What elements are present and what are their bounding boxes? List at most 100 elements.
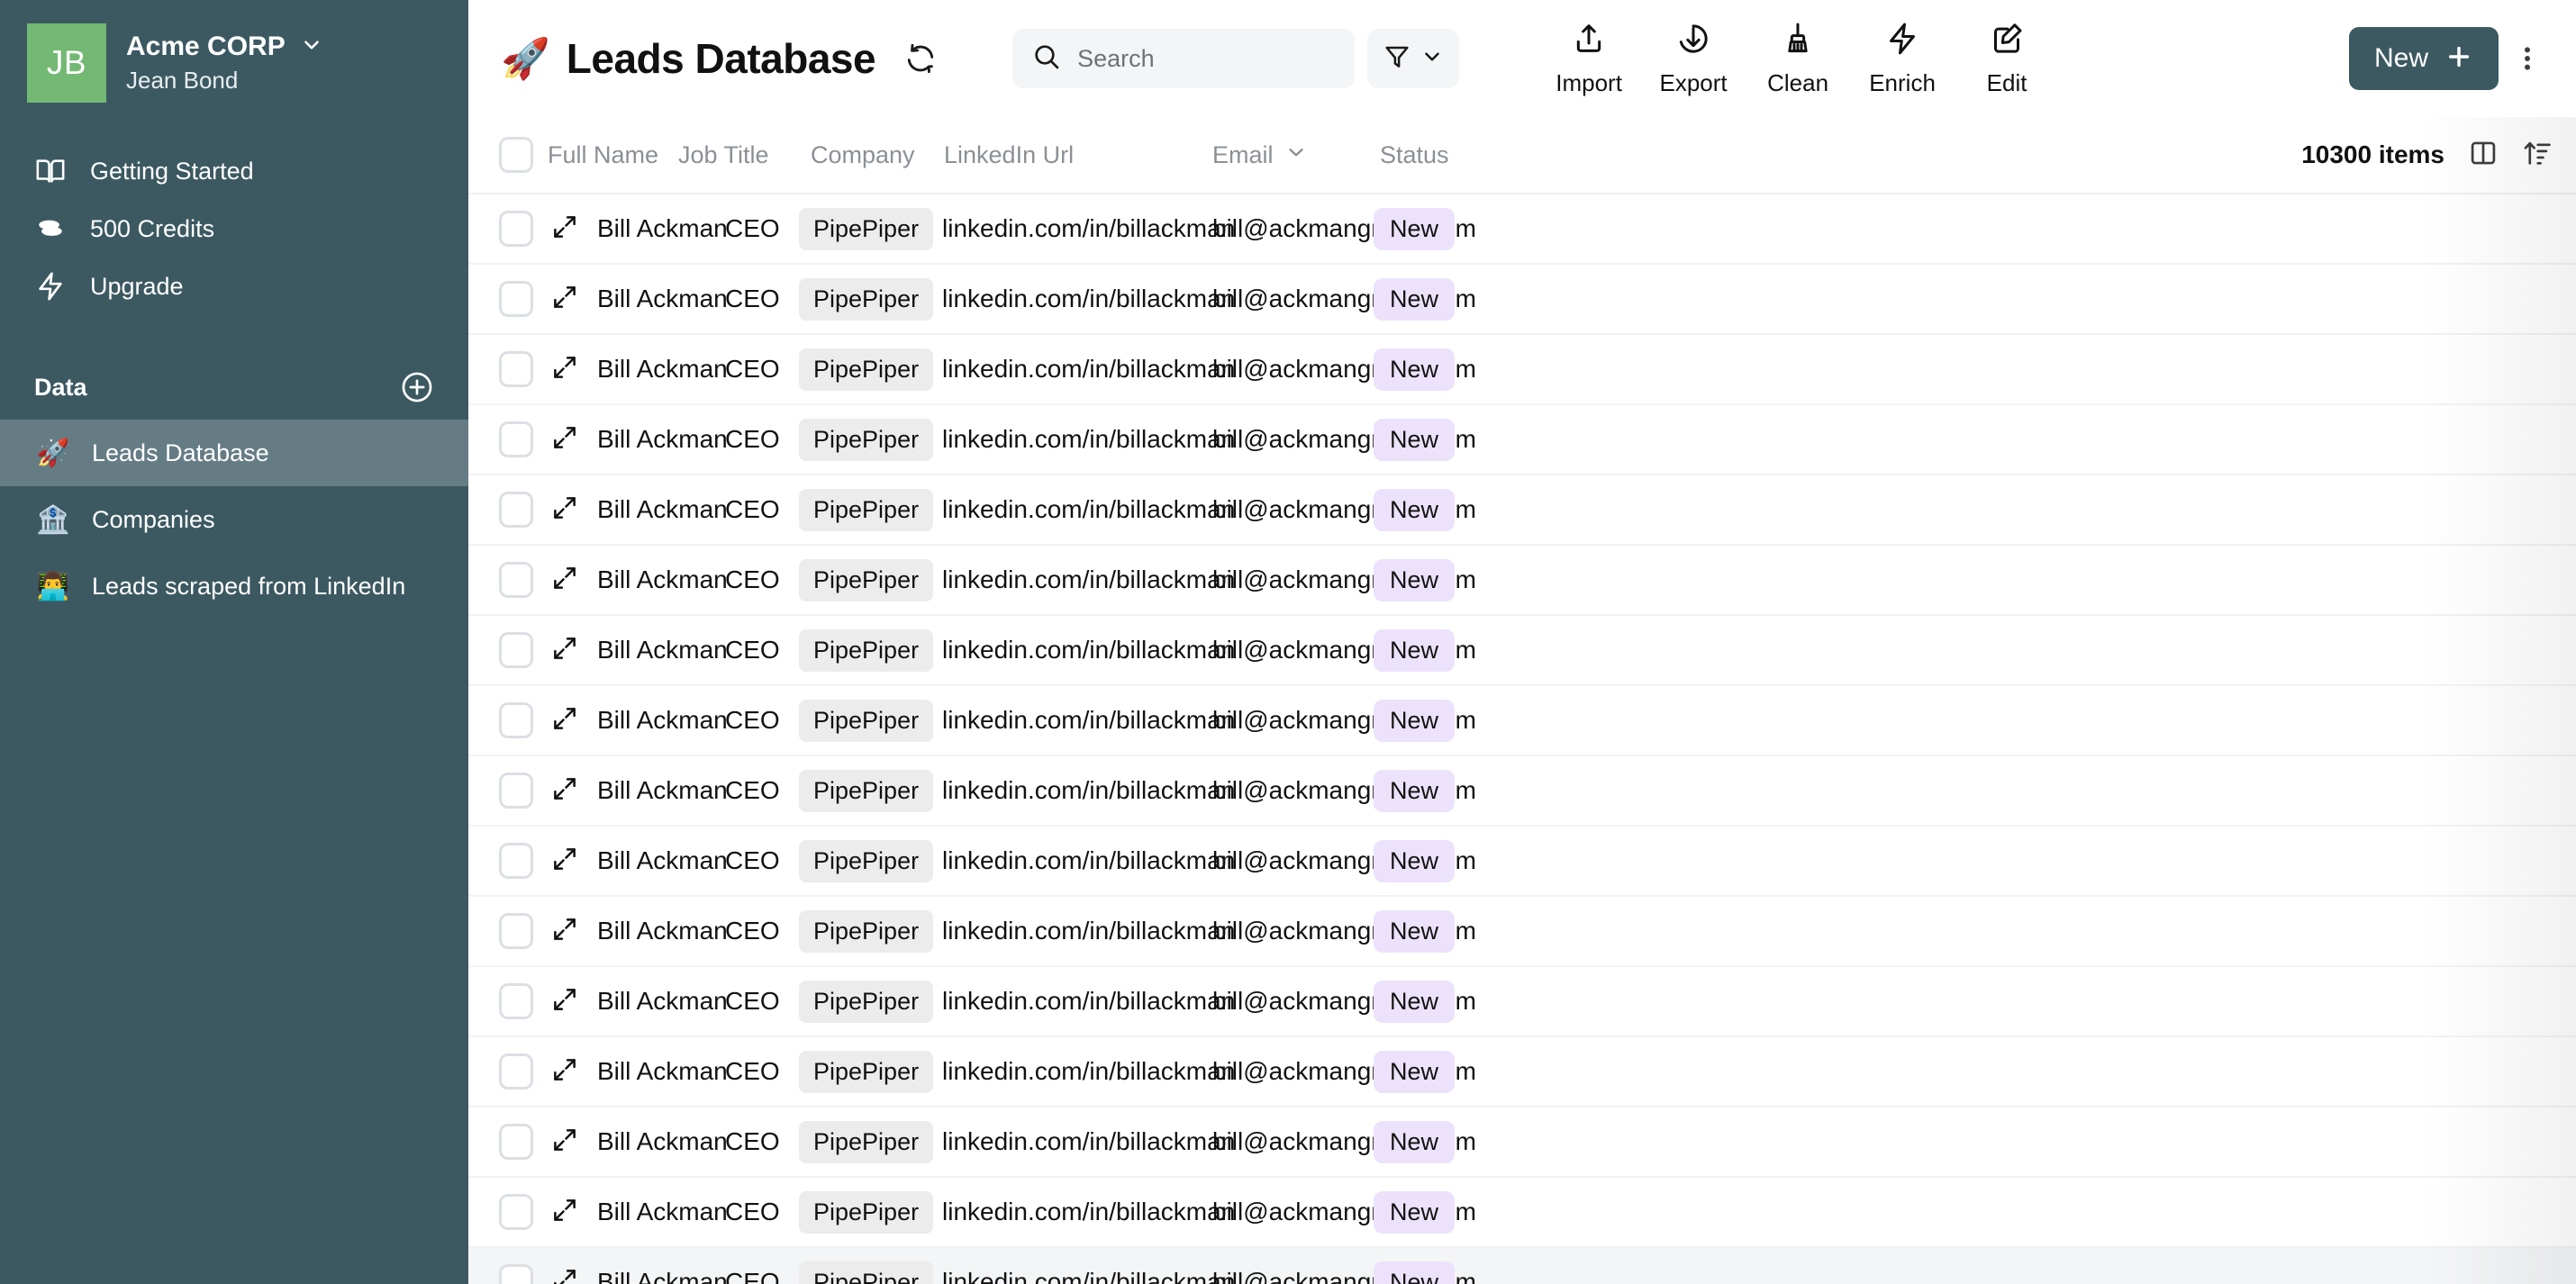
expand-row-icon[interactable] bbox=[551, 845, 578, 877]
table-row[interactable]: Bill AckmanCEOPipePiperlinkedin.com/in/b… bbox=[468, 194, 2576, 265]
split-view-icon[interactable] bbox=[2468, 138, 2499, 173]
cell-job-title: CEO bbox=[725, 776, 780, 805]
expand-row-icon[interactable] bbox=[551, 1056, 578, 1088]
status-badge: New bbox=[1374, 348, 1455, 391]
column-header-status: Status bbox=[1380, 141, 1449, 169]
row-checkbox[interactable] bbox=[499, 351, 533, 387]
import-button[interactable]: Import bbox=[1537, 21, 1641, 97]
edit-button[interactable]: Edit bbox=[1955, 21, 2059, 97]
sidebar-item-leads-database[interactable]: 🚀 Leads Database bbox=[0, 420, 468, 486]
sidebar-item-getting-started[interactable]: Getting Started bbox=[0, 142, 468, 200]
cell-company: PipePiper bbox=[799, 1191, 933, 1234]
table-row[interactable]: Bill AckmanCEOPipePiperlinkedin.com/in/b… bbox=[468, 756, 2576, 827]
search-input[interactable]: Search bbox=[1012, 29, 1355, 88]
cell-job-title: CEO bbox=[725, 1057, 780, 1086]
status-badge: New bbox=[1374, 208, 1455, 250]
org-text: Acme CORP Jean Bond bbox=[126, 32, 323, 95]
cell-job-title: CEO bbox=[725, 1268, 780, 1284]
cell-company: PipePiper bbox=[799, 348, 933, 391]
sidebar-item-companies[interactable]: 🏦 Companies bbox=[0, 486, 468, 553]
sidebar-item-leads-scraped-from-linkedin[interactable]: 👨‍💻 Leads scraped from LinkedIn bbox=[0, 553, 468, 619]
new-button[interactable]: New bbox=[2349, 27, 2499, 90]
cell-linkedin-url: linkedin.com/in/billackman bbox=[942, 706, 1235, 735]
row-checkbox[interactable] bbox=[499, 983, 533, 1019]
status-badge: New bbox=[1374, 1261, 1455, 1284]
chevron-down-icon bbox=[1420, 45, 1444, 73]
company-chip: PipePiper bbox=[799, 1191, 933, 1234]
table-row[interactable]: Bill AckmanCEOPipePiperlinkedin.com/in/b… bbox=[468, 475, 2576, 546]
chevron-down-icon[interactable] bbox=[1284, 140, 1308, 170]
expand-row-icon[interactable] bbox=[551, 1197, 578, 1228]
sidebar-item-upgrade[interactable]: Upgrade bbox=[0, 258, 468, 315]
expand-row-icon[interactable] bbox=[551, 494, 578, 526]
cell-status: New bbox=[1374, 981, 1455, 1023]
row-checkbox[interactable] bbox=[499, 211, 533, 247]
cell-linkedin-url: linkedin.com/in/billackman bbox=[942, 214, 1235, 243]
sort-ascending-icon[interactable] bbox=[2522, 138, 2553, 173]
expand-row-icon[interactable] bbox=[551, 916, 578, 947]
expand-row-icon[interactable] bbox=[551, 565, 578, 596]
enrich-button[interactable]: Enrich bbox=[1850, 21, 1955, 97]
chevron-down-icon[interactable] bbox=[300, 33, 323, 61]
cell-job-title: CEO bbox=[725, 355, 780, 384]
sidebar-item-credits[interactable]: 500 Credits bbox=[0, 200, 468, 258]
table-row[interactable]: Bill AckmanCEOPipePiperlinkedin.com/in/b… bbox=[468, 1248, 2576, 1284]
table-row[interactable]: Bill AckmanCEOPipePiperlinkedin.com/in/b… bbox=[468, 1037, 2576, 1108]
status-badge: New bbox=[1374, 629, 1455, 672]
row-checkbox[interactable] bbox=[499, 562, 533, 598]
table-row[interactable]: Bill AckmanCEOPipePiperlinkedin.com/in/b… bbox=[468, 1178, 2576, 1248]
table-row[interactable]: Bill AckmanCEOPipePiperlinkedin.com/in/b… bbox=[468, 686, 2576, 756]
expand-row-icon[interactable] bbox=[551, 1126, 578, 1158]
cell-company: PipePiper bbox=[799, 419, 933, 461]
row-checkbox[interactable] bbox=[499, 702, 533, 738]
table-row[interactable]: Bill AckmanCEOPipePiperlinkedin.com/in/b… bbox=[468, 616, 2576, 686]
row-checkbox[interactable] bbox=[499, 1124, 533, 1160]
row-checkbox[interactable] bbox=[499, 281, 533, 317]
status-badge: New bbox=[1374, 489, 1455, 531]
table-row[interactable]: Bill AckmanCEOPipePiperlinkedin.com/in/b… bbox=[468, 265, 2576, 335]
export-button[interactable]: Export bbox=[1641, 21, 1746, 97]
row-checkbox[interactable] bbox=[499, 492, 533, 528]
rocket-icon: 🚀 bbox=[501, 35, 550, 82]
row-checkbox[interactable] bbox=[499, 913, 533, 949]
expand-row-icon[interactable] bbox=[551, 1267, 578, 1284]
cell-job-title: CEO bbox=[725, 706, 780, 735]
select-all-checkbox[interactable] bbox=[499, 137, 533, 173]
row-checkbox[interactable] bbox=[499, 843, 533, 879]
row-checkbox[interactable] bbox=[499, 1264, 533, 1284]
cell-status: New bbox=[1374, 559, 1455, 601]
refresh-icon[interactable] bbox=[903, 41, 939, 77]
sidebar-section-title: Data bbox=[34, 374, 87, 402]
expand-row-icon[interactable] bbox=[551, 986, 578, 1017]
row-checkbox[interactable] bbox=[499, 421, 533, 457]
cell-linkedin-url: linkedin.com/in/billackman bbox=[942, 917, 1235, 945]
table-row[interactable]: Bill AckmanCEOPipePiperlinkedin.com/in/b… bbox=[468, 335, 2576, 405]
expand-row-icon[interactable] bbox=[551, 424, 578, 456]
cell-company: PipePiper bbox=[799, 208, 933, 250]
table-row[interactable]: Bill AckmanCEOPipePiperlinkedin.com/in/b… bbox=[468, 897, 2576, 967]
cell-company: PipePiper bbox=[799, 1261, 933, 1284]
expand-row-icon[interactable] bbox=[551, 284, 578, 315]
row-checkbox[interactable] bbox=[499, 1053, 533, 1090]
expand-row-icon[interactable] bbox=[551, 775, 578, 807]
row-checkbox[interactable] bbox=[499, 632, 533, 668]
table-row[interactable]: Bill AckmanCEOPipePiperlinkedin.com/in/b… bbox=[468, 546, 2576, 616]
row-checkbox[interactable] bbox=[499, 773, 533, 809]
expand-row-icon[interactable] bbox=[551, 354, 578, 385]
filter-button[interactable] bbox=[1367, 29, 1459, 88]
more-vertical-icon[interactable] bbox=[2504, 32, 2551, 86]
clean-button[interactable]: Clean bbox=[1746, 21, 1850, 97]
org-switcher[interactable]: JB Acme CORP Jean Bond bbox=[0, 0, 468, 103]
row-checkbox[interactable] bbox=[499, 1194, 533, 1230]
plus-circle-icon[interactable] bbox=[400, 370, 434, 404]
table-row[interactable]: Bill AckmanCEOPipePiperlinkedin.com/in/b… bbox=[468, 1108, 2576, 1178]
search-icon bbox=[1032, 42, 1061, 76]
expand-row-icon[interactable] bbox=[551, 213, 578, 245]
cell-status: New bbox=[1374, 1191, 1455, 1234]
expand-row-icon[interactable] bbox=[551, 705, 578, 737]
expand-row-icon[interactable] bbox=[551, 635, 578, 666]
cell-job-title: CEO bbox=[725, 987, 780, 1016]
table-row[interactable]: Bill AckmanCEOPipePiperlinkedin.com/in/b… bbox=[468, 405, 2576, 475]
table-row[interactable]: Bill AckmanCEOPipePiperlinkedin.com/in/b… bbox=[468, 967, 2576, 1037]
table-row[interactable]: Bill AckmanCEOPipePiperlinkedin.com/in/b… bbox=[468, 827, 2576, 897]
